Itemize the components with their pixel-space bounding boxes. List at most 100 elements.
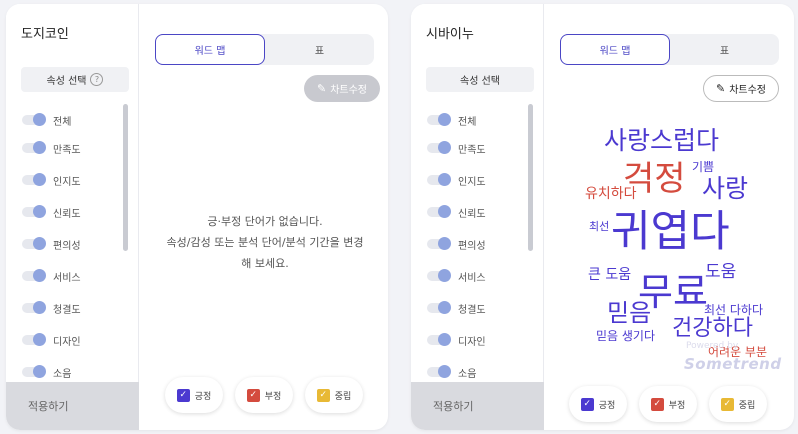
edit-chart-button[interactable]: ✎ 차트수정 [304,75,380,102]
attribute-item-service[interactable]: 서비스 [22,268,81,284]
word-cloud-word[interactable]: 사랑스럽다 [604,128,719,153]
attribute-item-awareness[interactable]: 인지도 [427,172,486,188]
toggle-switch[interactable] [427,205,451,218]
attribute-label: 인지도 [53,176,81,188]
toggle-switch[interactable] [427,365,451,378]
attribute-item-cleanliness[interactable]: 청결도 [427,300,486,316]
attribute-label: 신뢰도 [53,208,81,220]
attribute-item-noise[interactable]: 소음 [427,364,476,380]
legend-neutral[interactable]: ✓ 중립 [305,377,363,413]
attribute-item-all[interactable]: 전체 [22,112,71,128]
word-cloud-word[interactable]: 믿음 [607,301,651,325]
attribute-item-design[interactable]: 디자인 [22,332,81,348]
toggle-switch[interactable] [22,365,46,378]
legend-positive[interactable]: ✓ 긍정 [569,386,627,422]
attribute-item-all[interactable]: 전체 [427,112,476,128]
attribute-list: 전체 만족도 인지도 신뢰도 편의성 서비스 청결도 디자인 소음 [411,104,536,384]
toggle-switch[interactable] [22,205,46,218]
attribute-item-design[interactable]: 디자인 [427,332,486,348]
word-cloud-word[interactable]: 큰 도움 [588,268,631,282]
word-cloud-word[interactable]: 기쁨 [692,161,714,173]
attribute-sidebar: 시바이누 속성 선택 전체 만족도 인지도 신뢰도 편의성 서비스 청결도 디자… [411,4,544,430]
sometrend-logo: Sometrend [684,355,782,373]
toggle-switch[interactable] [22,173,46,186]
attribute-item-cleanliness[interactable]: 청결도 [22,300,81,316]
word-cloud-word[interactable]: 최선 [589,221,609,232]
pencil-icon: ✎ [316,82,327,95]
toggle-switch[interactable] [427,173,451,186]
attribute-item-awareness[interactable]: 인지도 [22,172,81,188]
toggle-switch[interactable] [427,333,451,346]
toggle-switch[interactable] [22,301,46,314]
word-cloud-word[interactable]: 유치하다 [585,187,637,201]
attribute-list: 전체 만족도 인지도 신뢰도 편의성 서비스 청결도 디자인 소음 [6,104,131,384]
attribute-sidebar: 도지코인 속성 선택 ? 전체 만족도 인지도 신뢰도 편의성 서비스 청결도 … [6,4,139,430]
attribute-label: 신뢰도 [458,208,486,220]
legend-negative[interactable]: ✓ 부정 [639,386,697,422]
attribute-item-convenience[interactable]: 편의성 [22,236,81,252]
toggle-switch[interactable] [427,237,451,250]
toggle-switch[interactable] [22,237,46,250]
word-cloud-word[interactable]: 사랑 [702,176,748,201]
attribute-label: 서비스 [53,272,81,284]
apply-button[interactable]: 적용하기 [411,382,544,430]
word-cloud-word[interactable]: 건강하다 [672,318,753,340]
apply-button[interactable]: 적용하기 [6,382,139,430]
tab-word-map[interactable]: 워드 맵 [155,34,265,65]
toggle-switch[interactable] [427,113,451,126]
view-tabs: 워드 맵 표 [155,34,374,65]
legend-label: 중립 [738,400,756,411]
legend-positive[interactable]: ✓ 긍정 [165,377,223,413]
attribute-item-noise[interactable]: 소음 [22,364,71,380]
attribute-label: 디자인 [458,336,486,348]
attribute-item-service[interactable]: 서비스 [427,268,486,284]
legend-neutral[interactable]: ✓ 중립 [709,386,767,422]
toggle-switch[interactable] [427,301,451,314]
word-cloud-word[interactable]: 도움 [705,264,736,281]
legend-label: 부정 [668,400,686,411]
attribute-item-convenience[interactable]: 편의성 [427,236,486,252]
attribute-label: 편의성 [458,240,486,252]
toggle-switch[interactable] [22,269,46,282]
checkbox-checked-icon[interactable]: ✓ [580,397,594,411]
word-cloud-word[interactable]: 귀엽다 [611,211,730,254]
attribute-select-header[interactable]: 속성 선택 [426,67,534,92]
attribute-label: 서비스 [458,272,486,284]
help-icon[interactable]: ? [90,73,104,86]
toggle-switch[interactable] [22,113,46,126]
panel-shiba-inu: 시바이누 속성 선택 전체 만족도 인지도 신뢰도 편의성 서비스 청결도 디자… [411,4,794,430]
attribute-scrollbar[interactable] [528,104,533,251]
checkbox-checked-icon[interactable]: ✓ [176,388,190,402]
attribute-item-trust[interactable]: 신뢰도 [427,204,486,220]
attribute-label: 만족도 [458,144,486,156]
attribute-select-header[interactable]: 속성 선택 ? [21,67,129,92]
legend-negative[interactable]: ✓ 부정 [235,377,293,413]
attribute-label: 소음 [53,368,72,380]
word-cloud-word[interactable]: 믿음 생기다 [596,330,655,342]
checkbox-checked-icon[interactable]: ✓ [316,388,330,402]
checkbox-checked-icon[interactable]: ✓ [720,397,734,411]
toggle-switch[interactable] [427,141,451,154]
panel-title: 도지코인 [21,27,69,42]
attribute-label: 전체 [458,116,477,128]
checkbox-checked-icon[interactable]: ✓ [246,388,260,402]
toggle-switch[interactable] [427,269,451,282]
checkbox-checked-icon[interactable]: ✓ [650,397,664,411]
legend-label: 긍정 [194,391,212,402]
attribute-scrollbar[interactable] [123,104,128,251]
panel-title: 시바이누 [426,27,474,42]
tab-table[interactable]: 표 [265,34,374,65]
attribute-label: 청결도 [53,304,81,316]
attribute-item-trust[interactable]: 신뢰도 [22,204,81,220]
attribute-item-satisfaction[interactable]: 만족도 [22,140,81,156]
word-cloud-word[interactable]: 최선 다하다 [704,304,763,316]
attribute-label: 청결도 [458,304,486,316]
attribute-label: 편의성 [53,240,81,252]
toggle-switch[interactable] [22,141,46,154]
attribute-label: 인지도 [458,176,486,188]
attribute-item-satisfaction[interactable]: 만족도 [427,140,486,156]
legend-label: 부정 [264,391,282,402]
toggle-switch[interactable] [22,333,46,346]
attribute-select-label: 속성 선택 [460,76,500,87]
empty-message-line: 속성/감성 또는 분석 단어/분석 기간을 변경 [166,236,364,249]
